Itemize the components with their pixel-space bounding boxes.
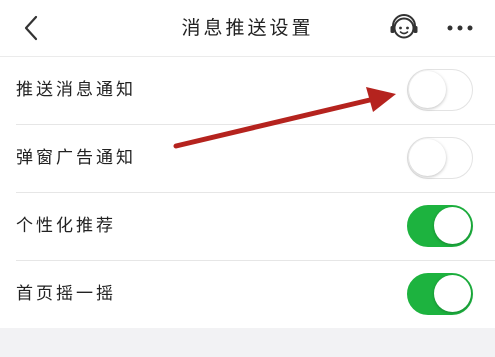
push-notification-toggle[interactable] (407, 69, 473, 111)
toggle-knob (434, 207, 471, 244)
more-button[interactable] (440, 10, 480, 46)
setting-row-personalized: 个性化推荐 (16, 193, 495, 261)
popup-ads-toggle[interactable] (407, 137, 473, 179)
setting-label: 弹窗广告通知 (16, 148, 136, 168)
setting-row-shake: 首页摇一摇 (16, 261, 495, 328)
setting-label: 推送消息通知 (16, 80, 136, 100)
setting-row-popup-ads: 弹窗广告通知 (16, 125, 495, 193)
top-bar: 消息推送设置 (0, 0, 495, 56)
chevron-left-icon (24, 15, 38, 41)
customer-service-icon (390, 14, 418, 39)
setting-label: 首页摇一摇 (16, 284, 116, 304)
toggle-knob (409, 139, 446, 176)
setting-row-push-notification: 推送消息通知 (16, 57, 495, 125)
back-button[interactable] (14, 10, 50, 46)
toggle-knob (409, 71, 446, 108)
more-dots-icon (447, 25, 473, 31)
setting-label: 个性化推荐 (16, 216, 116, 236)
customer-service-button[interactable] (384, 8, 424, 48)
toggle-knob (434, 275, 471, 312)
shake-toggle[interactable] (407, 273, 473, 315)
personalized-recommendation-toggle[interactable] (407, 205, 473, 247)
settings-list: 推送消息通知 弹窗广告通知 个性化推荐 首页摇一摇 (0, 56, 495, 328)
